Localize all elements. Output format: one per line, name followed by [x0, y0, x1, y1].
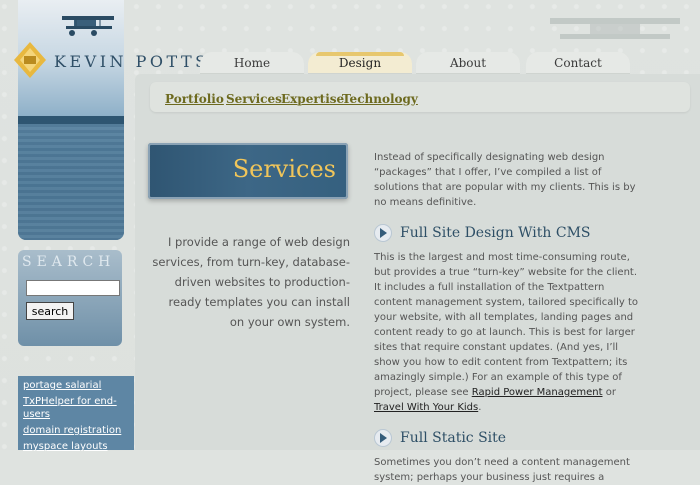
services-banner: Services: [148, 143, 348, 199]
link-item[interactable]: myspace layouts: [23, 440, 129, 453]
intro-paragraph: Instead of specifically designating web …: [374, 152, 636, 208]
sea-texture: [18, 124, 124, 240]
arrow-icon: [374, 224, 392, 242]
project-link[interactable]: Rapid Power Management: [472, 387, 603, 398]
subnav-services[interactable]: Services: [226, 92, 282, 106]
subnav-technology[interactable]: Technology: [342, 92, 418, 106]
subnav: Portfolio Services Expertise Technology: [150, 82, 690, 112]
section-body: This is the largest and most time-consum…: [374, 250, 644, 415]
tab-contact-label: Contact: [554, 56, 602, 70]
tab-design-label: Design: [338, 56, 382, 70]
search-button[interactable]: search: [26, 302, 74, 320]
link-item[interactable]: portage salarial: [23, 379, 129, 392]
section-header: Full Static Site: [374, 429, 644, 447]
tab-home-label: Home: [233, 56, 271, 70]
tab-contact[interactable]: Contact: [526, 52, 630, 74]
section-body: Sometimes you don’t need a content manag…: [374, 457, 630, 483]
intro-text: I provide a range of web design services…: [152, 235, 350, 329]
banner-title: Services: [232, 155, 336, 183]
section-body-text: .: [478, 402, 482, 413]
section-title: Full Site Design With CMS: [400, 224, 591, 241]
horizon: [18, 116, 124, 124]
project-link[interactable]: Travel With Your Kids: [374, 402, 478, 413]
site-title[interactable]: KEVIN POTTS: [54, 52, 210, 71]
tab-about-label: About: [449, 56, 487, 70]
link-item[interactable]: TxPHelper for end-users: [23, 395, 129, 421]
link-item[interactable]: domain registration: [23, 424, 129, 437]
search-input[interactable]: [26, 280, 120, 296]
biplane-icon: [62, 16, 114, 36]
tab-design[interactable]: Design: [308, 52, 412, 74]
section-body-text: or: [602, 387, 616, 398]
services-description: Instead of specifically designating web …: [374, 150, 644, 485]
logo-icon[interactable]: [12, 40, 48, 80]
tab-about[interactable]: About: [416, 52, 520, 74]
search-label: SEARCH: [22, 254, 116, 270]
section-title: Full Static Site: [400, 429, 507, 446]
subnav-portfolio[interactable]: Portfolio: [165, 92, 224, 106]
arrow-icon: [374, 429, 392, 447]
subnav-expertise[interactable]: Expertise: [281, 92, 344, 106]
tab-home[interactable]: Home: [200, 52, 304, 74]
section-header: Full Site Design With CMS: [374, 224, 644, 242]
sponsored-links: portage salarial TxPHelper for end-users…: [18, 376, 134, 453]
section-body-text: This is the largest and most time-consum…: [374, 252, 639, 398]
